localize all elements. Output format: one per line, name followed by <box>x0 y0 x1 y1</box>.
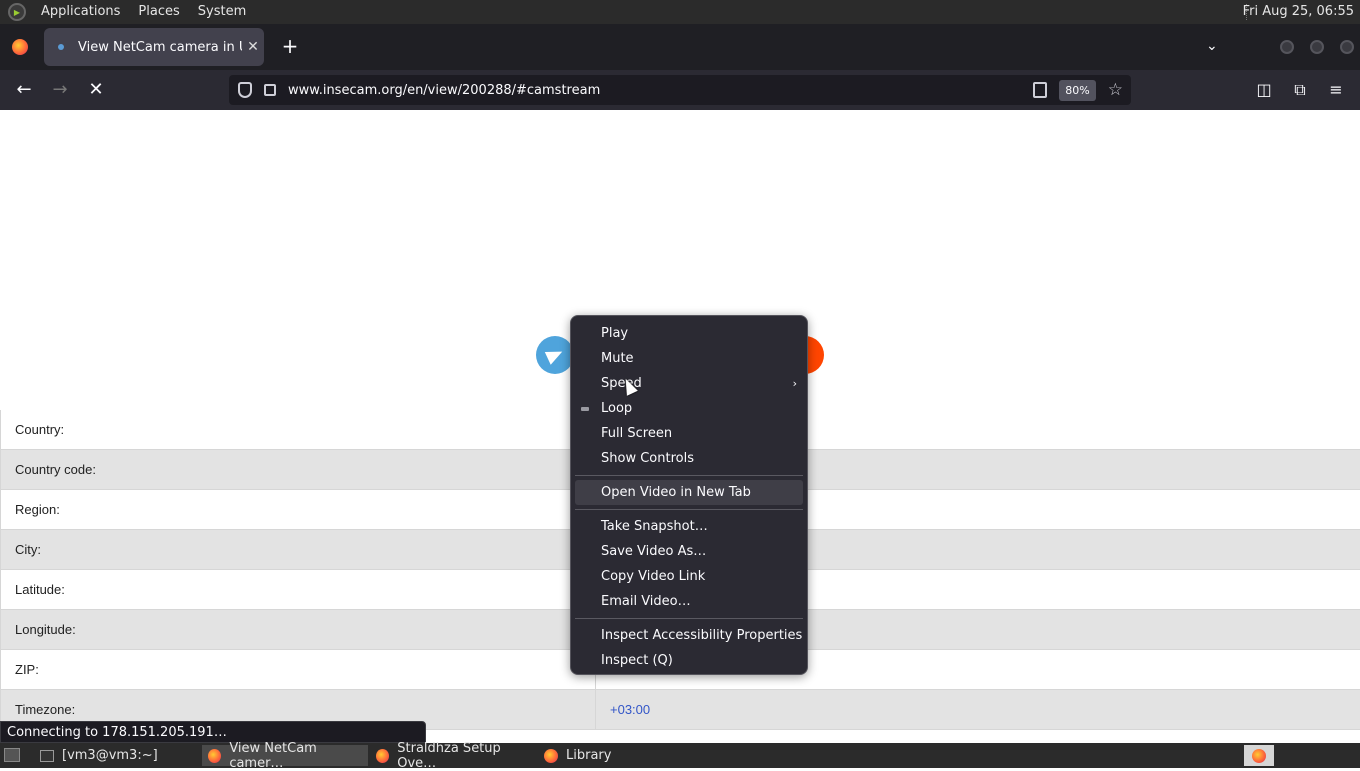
maximize-window-icon[interactable] <box>1310 40 1324 54</box>
applications-menu[interactable]: Applications <box>32 0 129 24</box>
menu-item-label: Inspect Accessibility Properties <box>601 628 803 643</box>
system-logo-icon[interactable]: ▶ <box>8 3 26 21</box>
tracking-protection-icon[interactable] <box>238 82 252 98</box>
menu-item-mute[interactable]: Mute <box>571 346 807 371</box>
menu-item-label: Email Video… <box>601 594 691 609</box>
new-tab-icon[interactable]: + <box>280 36 300 56</box>
url-input[interactable]: www.insecam.org/en/view/200288/#camstrea… <box>288 83 1033 98</box>
page-content: Country: Country code: Region: City: Lat… <box>0 110 1360 743</box>
url-bar[interactable]: www.insecam.org/en/view/200288/#camstrea… <box>229 75 1131 105</box>
taskbar-item-terminal[interactable]: [vm3@vm3:~] <box>34 745 199 766</box>
loop-checkbox-icon <box>581 407 589 411</box>
taskbar-item-label: Library <box>566 748 612 763</box>
firefox-view-icon[interactable] <box>12 39 28 55</box>
top-panel: ▶ Applications Places System Fri Aug 25,… <box>0 0 1360 24</box>
row-label: Latitude: <box>0 570 596 609</box>
menu-separator <box>575 509 803 510</box>
menu-item-loop[interactable]: Loop <box>571 396 807 421</box>
menu-item-show-controls[interactable]: Show Controls <box>571 446 807 471</box>
taskbar-item-label: View NetCam camer… <box>229 740 317 771</box>
video-context-menu: Play Mute Speed › Loop Full Screen Show C… <box>570 315 808 675</box>
menu-item-inspect-accessibility[interactable]: Inspect Accessibility Properties <box>571 623 807 648</box>
menu-item-copy-video-link[interactable]: Copy Video Link <box>571 564 807 589</box>
menu-item-email-video[interactable]: Email Video… <box>571 589 807 614</box>
submenu-arrow-icon: › <box>792 377 797 390</box>
terminal-icon <box>40 749 54 762</box>
workspace-switcher[interactable] <box>1244 745 1274 766</box>
row-label: Region: <box>0 490 596 529</box>
row-label: ZIP: <box>0 650 596 689</box>
insecure-lock-icon[interactable] <box>264 84 276 96</box>
tab-title: View NetCam camera in Uk <box>78 39 242 55</box>
zoom-level-button[interactable]: 80% <box>1059 79 1096 101</box>
tab-loading-icon <box>58 44 64 50</box>
tab-active[interactable]: View NetCam camera in Uk ✕ <box>44 28 264 66</box>
taskbar-item-firefox-netcam[interactable]: View NetCam camer… <box>202 741 368 771</box>
places-menu[interactable]: Places <box>129 0 188 24</box>
row-label: City: <box>0 530 596 569</box>
tab-close-icon[interactable]: ✕ <box>242 39 264 55</box>
taskbar-item-label: [vm3@vm3:~] <box>62 748 158 763</box>
menu-separator <box>575 618 803 619</box>
row-label: Country code: <box>0 450 596 489</box>
taskbar-item-label: Straldhza Setup Ove… <box>397 740 501 771</box>
pocket-icon[interactable]: ◫ <box>1252 78 1276 102</box>
menu-item-label: Mute <box>601 351 634 366</box>
tab-strip: View NetCam camera in Uk ✕ + ⌄ <box>0 24 1360 70</box>
menu-item-label: Show Controls <box>601 451 694 466</box>
menu-item-label: Inspect (Q) <box>601 653 673 668</box>
forward-icon[interactable]: → <box>48 78 72 102</box>
clock[interactable]: Fri Aug 25, 06:55 <box>1243 0 1354 24</box>
taskbar: [vm3@vm3:~] View NetCam camer… Straldhza… <box>0 741 1360 771</box>
menu-item-play[interactable]: Play <box>571 321 807 346</box>
menu-item-label: Open Video in New Tab <box>601 485 751 500</box>
menu-item-label: Copy Video Link <box>601 569 706 584</box>
extensions-icon[interactable]: ⧉ <box>1288 78 1312 102</box>
timezone-link[interactable]: +03:00 <box>596 690 1360 729</box>
row-label: Longitude: <box>0 610 596 649</box>
taskbar-item-firefox-setup[interactable]: Straldhza Setup Ove… <box>370 741 536 771</box>
menu-item-label: Loop <box>601 401 633 416</box>
taskbar-item-library[interactable]: Library <box>538 745 704 766</box>
reader-view-icon[interactable] <box>1033 82 1048 98</box>
firefox-icon <box>544 748 558 763</box>
menu-item-take-snapshot[interactable]: Take Snapshot… <box>571 514 807 539</box>
stop-loading-icon[interactable]: ✕ <box>84 78 108 102</box>
back-icon[interactable]: ← <box>12 78 36 102</box>
close-window-icon[interactable] <box>1340 40 1354 54</box>
menu-item-label: Play <box>601 326 629 341</box>
menu-item-label: Save Video As… <box>601 544 707 559</box>
firefox-icon <box>1252 748 1266 763</box>
menu-item-speed[interactable]: Speed › <box>571 371 807 396</box>
list-all-tabs-icon[interactable]: ⌄ <box>1206 38 1218 54</box>
firefox-icon <box>376 748 390 763</box>
minimize-window-icon[interactable] <box>1280 40 1294 54</box>
system-menu[interactable]: System <box>189 0 255 24</box>
nav-bar: ← → ✕ www.insecam.org/en/view/200288/#ca… <box>0 70 1360 110</box>
menu-item-save-video-as[interactable]: Save Video As… <box>571 539 807 564</box>
row-label: Country: <box>0 410 596 449</box>
menu-item-inspect[interactable]: Inspect (Q) <box>571 648 807 673</box>
app-menu-icon[interactable]: ≡ <box>1324 78 1348 102</box>
firefox-icon <box>208 748 222 763</box>
menu-item-label: Take Snapshot… <box>601 519 708 534</box>
telegram-share-icon[interactable] <box>536 336 574 374</box>
menu-separator <box>575 475 803 476</box>
bookmark-star-icon[interactable]: ☆ <box>1108 80 1123 100</box>
menu-item-full-screen[interactable]: Full Screen <box>571 421 807 446</box>
show-desktop-icon[interactable] <box>4 748 20 762</box>
menu-item-label: Full Screen <box>601 426 673 441</box>
menu-item-open-video-new-tab[interactable]: Open Video in New Tab <box>575 480 803 505</box>
